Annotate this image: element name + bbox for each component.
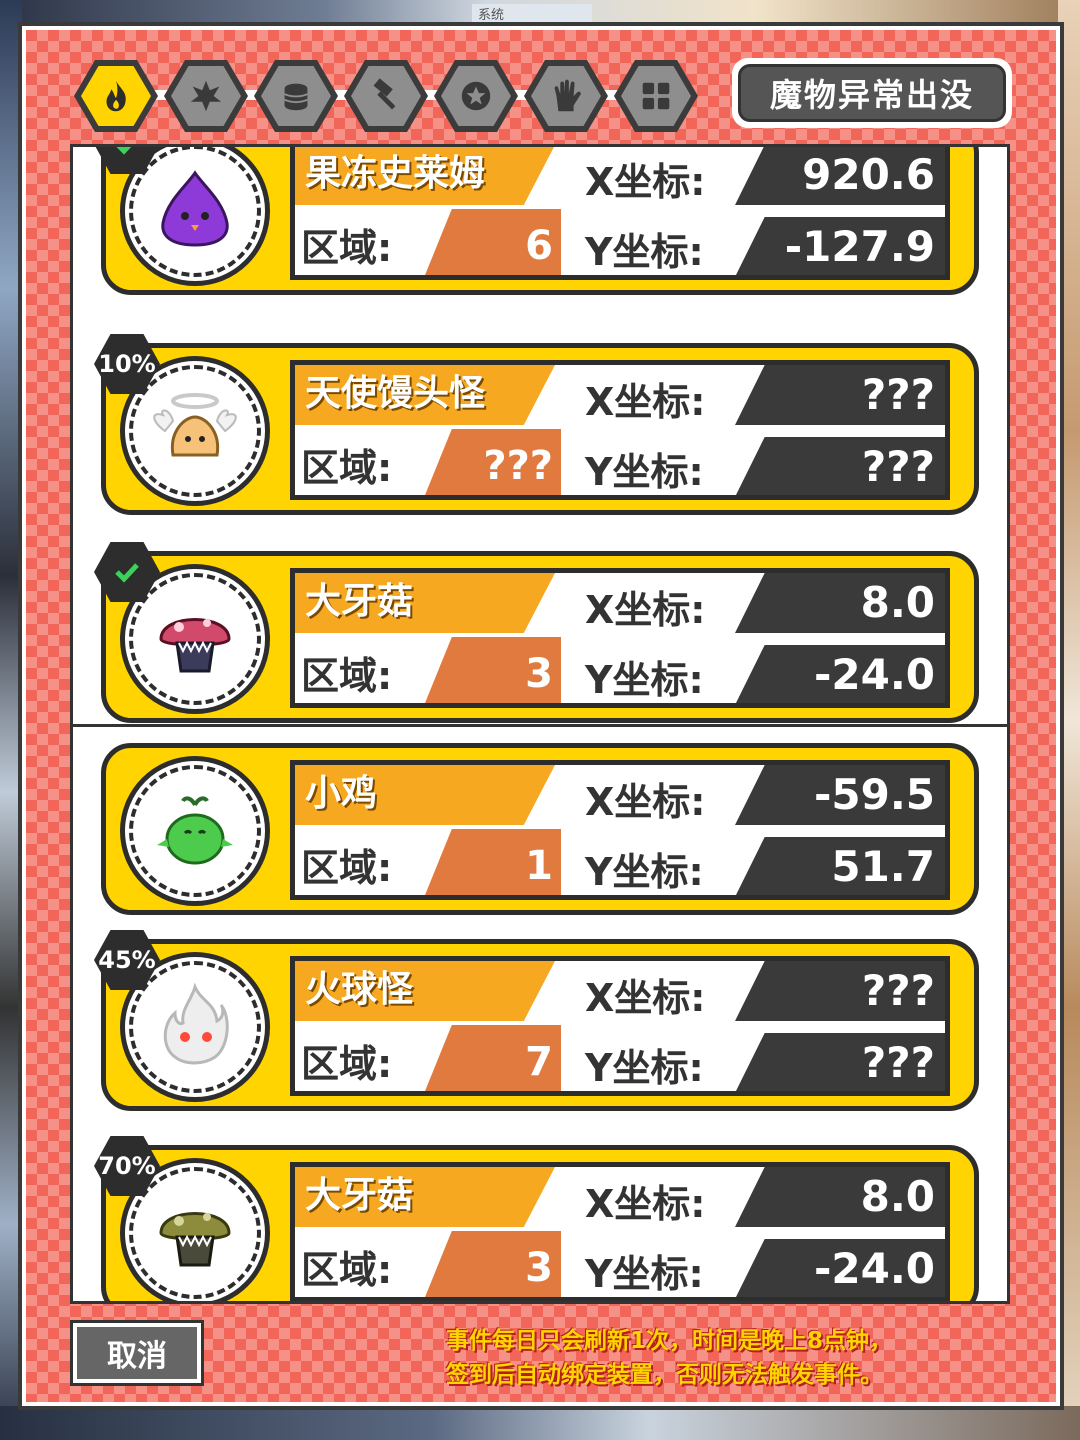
checkmark-icon	[115, 563, 139, 583]
background-scene-left	[0, 0, 22, 1440]
fang-mushroom-icon	[159, 1212, 231, 1267]
y-coord-label: Y坐标:	[585, 1046, 704, 1090]
monster-card[interactable]: 果冻史莱姆 区域: 6 X坐标: 920.6 Y坐标: -127.9	[94, 147, 979, 295]
monster-card[interactable]: 10% 天使馒头怪 区域: ??? X坐标: ??? Y坐标: ???	[94, 334, 979, 515]
x-coord-label: X坐标:	[585, 380, 706, 424]
area-value: ???	[421, 429, 561, 495]
y-coord-value: -127.9	[735, 217, 945, 275]
area-value: 6	[421, 209, 561, 275]
x-coord-value: ???	[735, 961, 945, 1021]
y-coord-value: -24.0	[735, 1239, 945, 1297]
area-label: 区域:	[301, 846, 393, 890]
tab-flame[interactable]	[74, 60, 158, 132]
monster-event-button[interactable]: 魔物异常出没	[732, 58, 1012, 128]
jelly-slime-icon	[161, 170, 229, 247]
star-medal-icon	[461, 81, 491, 111]
cancel-button[interactable]: 取消	[70, 1320, 204, 1386]
cancel-label: 取消	[77, 1327, 197, 1379]
monster-info: 火球怪 区域: 7 X坐标: ??? Y坐标: ???	[290, 956, 950, 1096]
area-label: 区域:	[301, 1042, 393, 1086]
monster-name: 天使馒头怪	[295, 365, 555, 425]
checkmark-icon	[115, 147, 139, 155]
area-value: 7	[421, 1025, 561, 1091]
y-coord-label: Y坐标:	[585, 850, 704, 894]
angel-bun-icon	[153, 393, 237, 457]
monster-card[interactable]: 大牙菇 区域: 3 X坐标: 8.0 Y坐标: -24.0	[94, 542, 979, 723]
fireball-ghost-icon	[163, 982, 229, 1065]
y-coord-label: Y坐标:	[585, 658, 704, 702]
monster-name: 大牙菇	[295, 573, 555, 633]
x-coord-label: X坐标:	[585, 160, 706, 204]
monster-card[interactable]: 45% 火球怪 区域: 7 X坐标: ??? Y坐标: ???	[94, 930, 979, 1111]
monster-name: 果冻史莱姆	[295, 147, 555, 205]
x-coord-label: X坐标:	[585, 1182, 706, 1226]
x-coord-label: X坐标:	[585, 976, 706, 1020]
y-coord-value: -24.0	[735, 645, 945, 703]
y-coord-value: 51.7	[735, 837, 945, 895]
area-label: 区域:	[301, 446, 393, 490]
list-section-divider	[73, 724, 1007, 727]
event-notice: 事件每日只会刷新1次，时间是晚上8点钟， 签到后自动绑定装置，否则无法触发事件。	[446, 1324, 1046, 1392]
monster-card[interactable]: 70% 大牙菇 区域: 3 X坐标: 8.0 Y坐标: -24.0	[94, 1136, 979, 1301]
monster-portrait	[120, 756, 270, 906]
coins-icon	[284, 83, 308, 111]
tab-fire-burst[interactable]	[164, 60, 248, 132]
x-coord-value: -59.5	[735, 765, 945, 825]
x-coord-label: X坐标:	[585, 780, 706, 824]
tab-hammer[interactable]	[344, 60, 428, 132]
x-coord-value: ???	[735, 365, 945, 425]
tab-glove[interactable]	[524, 60, 608, 132]
monster-info: 果冻史莱姆 区域: 6 X坐标: 920.6 Y坐标: -127.9	[290, 147, 950, 280]
monster-card[interactable]: 小鸡 区域: 1 X坐标: -59.5 Y坐标: 51.7	[101, 743, 979, 915]
notice-line-2: 签到后自动绑定装置，否则无法触发事件。	[446, 1362, 883, 1388]
monster-name: 小鸡	[295, 765, 555, 825]
grid-icon	[642, 82, 670, 110]
y-coord-label: Y坐标:	[585, 230, 704, 274]
tab-star-medal[interactable]	[434, 60, 518, 132]
monster-event-dialog: 魔物异常出没 果冻史莱姆 区域: 6 X坐标: 920.6 Y坐标: -127.…	[18, 22, 1064, 1410]
area-label: 区域:	[301, 1248, 393, 1292]
monster-info: 大牙菇 区域: 3 X坐标: 8.0 Y坐标: -24.0	[290, 568, 950, 708]
monster-name: 火球怪	[295, 961, 555, 1021]
background-scene-right	[1058, 0, 1080, 1440]
area-value: 3	[421, 1231, 561, 1297]
tab-coins[interactable]	[254, 60, 338, 132]
tab-grid[interactable]	[614, 60, 698, 132]
fire-burst-icon	[190, 80, 222, 112]
y-coord-value: ???	[735, 437, 945, 495]
monster-list[interactable]: 果冻史莱姆 区域: 6 X坐标: 920.6 Y坐标: -127.9 10% 天…	[70, 144, 1010, 1304]
monster-name: 大牙菇	[295, 1167, 555, 1227]
x-coord-value: 8.0	[735, 1167, 945, 1227]
x-coord-value: 920.6	[735, 147, 945, 205]
area-value: 1	[421, 829, 561, 895]
system-label: 系统	[472, 4, 592, 24]
monster-event-label: 魔物异常出没	[738, 64, 1006, 122]
area-value: 3	[421, 637, 561, 703]
glove-icon	[554, 79, 581, 112]
monster-info: 大牙菇 区域: 3 X坐标: 8.0 Y坐标: -24.0	[290, 1162, 950, 1301]
notice-line-1: 事件每日只会刷新1次，时间是晚上8点钟，	[446, 1328, 893, 1354]
y-coord-label: Y坐标:	[585, 1252, 704, 1296]
area-label: 区域:	[301, 226, 393, 270]
y-coord-label: Y坐标:	[585, 450, 704, 494]
monster-info: 天使馒头怪 区域: ??? X坐标: ??? Y坐标: ???	[290, 360, 950, 500]
category-tabs	[74, 60, 714, 132]
x-coord-label: X坐标:	[585, 588, 706, 632]
fang-mushroom-icon	[159, 618, 231, 673]
flame-icon	[106, 80, 126, 112]
chick-icon	[157, 796, 233, 865]
hammer-icon	[373, 78, 396, 110]
x-coord-value: 8.0	[735, 573, 945, 633]
background-scene-bottom	[0, 1406, 1080, 1440]
y-coord-value: ???	[735, 1033, 945, 1091]
area-label: 区域:	[301, 654, 393, 698]
monster-info: 小鸡 区域: 1 X坐标: -59.5 Y坐标: 51.7	[290, 760, 950, 900]
